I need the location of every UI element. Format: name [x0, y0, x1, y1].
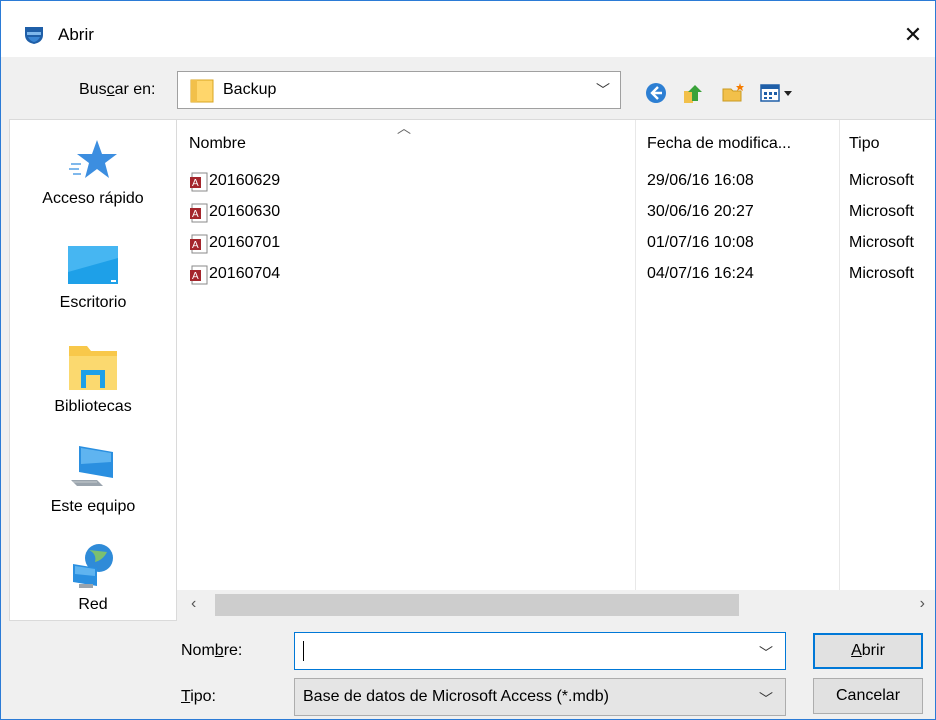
- close-icon: ✕: [903, 22, 923, 47]
- place-label: Acceso rápido: [42, 190, 144, 207]
- file-name: 20160704: [209, 265, 281, 282]
- file-list[interactable]: ︿ Nombre Fecha de modifica... Tipo A 201…: [177, 119, 935, 621]
- back-icon[interactable]: [644, 81, 668, 105]
- view-menu-icon[interactable]: [759, 81, 803, 105]
- file-row[interactable]: A 20160701 01/07/16 10:08 Microsoft: [177, 229, 935, 259]
- star-icon: [69, 140, 117, 178]
- computer-icon: [71, 446, 113, 486]
- svg-text:A: A: [192, 240, 199, 251]
- file-row[interactable]: A 20160630 30/06/16 20:27 Microsoft: [177, 198, 935, 228]
- folder-icon: [190, 79, 214, 103]
- file-row[interactable]: A 20160704 04/07/16 16:24 Microsoft: [177, 260, 935, 290]
- close-button[interactable]: ✕: [891, 17, 935, 53]
- file-type-label: Tipo:: [181, 688, 216, 705]
- chevron-down-icon[interactable]: ﹀: [759, 643, 773, 663]
- file-name: 20160701: [209, 234, 281, 251]
- access-file-icon: A: [190, 172, 208, 192]
- cancel-button[interactable]: Cancelar: [813, 678, 923, 714]
- file-date: 01/07/16 10:08: [647, 234, 754, 251]
- look-in-value: Backup: [223, 81, 277, 98]
- open-dialog: Abrir ✕ Buscar en: Backup ﹀ Acceso rápid…: [0, 0, 936, 720]
- place-label: Escritorio: [59, 294, 127, 311]
- access-file-icon: A: [190, 265, 208, 285]
- file-date: 29/06/16 16:08: [647, 172, 754, 189]
- svg-text:A: A: [192, 271, 199, 282]
- window-title: Abrir: [58, 25, 94, 44]
- chevron-down-icon[interactable]: ﹀: [596, 80, 610, 100]
- file-type: Microsoft: [849, 265, 914, 282]
- desktop-icon: [68, 246, 118, 284]
- file-type: Microsoft: [849, 234, 914, 251]
- text-caret: [303, 641, 304, 661]
- place-label: Este equipo: [50, 498, 136, 515]
- file-type: Microsoft: [849, 172, 914, 189]
- place-desktop[interactable]: Escritorio: [10, 238, 176, 312]
- file-type-select[interactable]: Base de datos de Microsoft Access (*.mdb…: [294, 678, 786, 716]
- file-type-value: Base de datos de Microsoft Access (*.mdb…: [303, 688, 609, 705]
- up-folder-icon[interactable]: [681, 81, 705, 105]
- file-row[interactable]: A 20160629 29/06/16 16:08 Microsoft: [177, 167, 935, 197]
- scrollbar-thumb[interactable]: [215, 594, 739, 616]
- svg-text:A: A: [192, 209, 199, 220]
- chevron-down-icon[interactable]: ﹀: [759, 689, 773, 709]
- access-file-icon: A: [190, 234, 208, 254]
- file-name-label: Nombre:: [181, 642, 243, 659]
- new-folder-icon[interactable]: [721, 81, 745, 105]
- column-header-name[interactable]: Nombre: [189, 135, 246, 153]
- file-name: 20160629: [209, 172, 281, 189]
- column-header-date[interactable]: Fecha de modifica...: [647, 135, 791, 153]
- places-bar: Acceso rápido Escritorio Bibliotecas Est…: [9, 119, 177, 621]
- app-shield-icon: [25, 27, 43, 44]
- sort-ascending-icon: ︿: [397, 120, 411, 136]
- column-header-type[interactable]: Tipo: [849, 135, 880, 153]
- place-libraries[interactable]: Bibliotecas: [10, 342, 176, 416]
- scroll-right-icon[interactable]: ›: [920, 595, 925, 613]
- place-quick-access[interactable]: Acceso rápido: [10, 134, 176, 208]
- file-name-input[interactable]: ﹀: [294, 632, 786, 670]
- look-in-label: Buscar en:: [79, 81, 156, 98]
- scroll-left-icon[interactable]: ‹: [191, 595, 196, 613]
- libraries-icon: [69, 346, 117, 390]
- horizontal-scrollbar[interactable]: ‹ ›: [177, 590, 935, 621]
- access-file-icon: A: [190, 203, 208, 223]
- file-name: 20160630: [209, 203, 281, 220]
- file-type: Microsoft: [849, 203, 914, 220]
- title-bar: Abrir ✕: [1, 1, 935, 57]
- look-in-combobox[interactable]: Backup ﹀: [177, 71, 621, 109]
- place-network[interactable]: Red: [10, 540, 176, 614]
- svg-text:A: A: [192, 178, 199, 189]
- place-label: Bibliotecas: [54, 398, 132, 415]
- file-date: 04/07/16 16:24: [647, 265, 754, 282]
- place-this-pc[interactable]: Este equipo: [10, 442, 176, 516]
- network-icon: [73, 544, 113, 588]
- place-label: Red: [78, 596, 108, 613]
- open-button[interactable]: Abrir: [813, 633, 923, 669]
- file-date: 30/06/16 20:27: [647, 203, 754, 220]
